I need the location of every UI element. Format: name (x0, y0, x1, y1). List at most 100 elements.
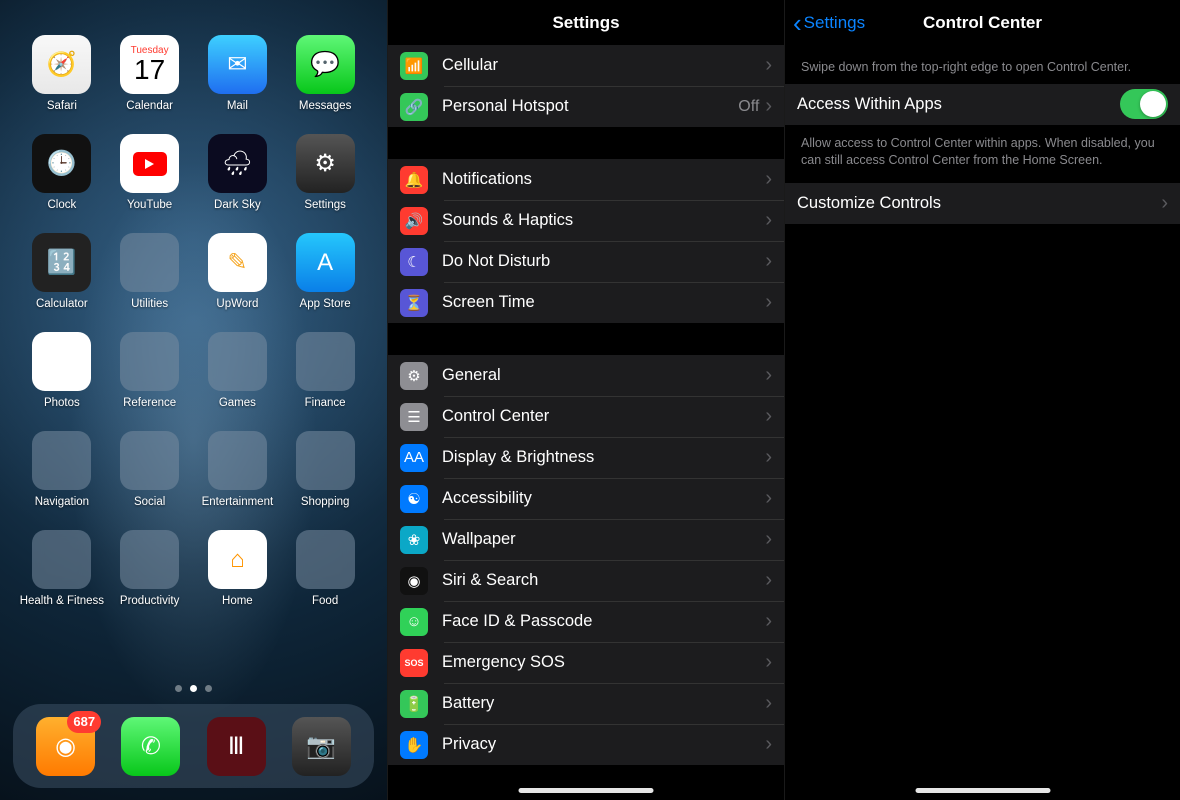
app-dark-sky[interactable]: 🌧Dark Sky (194, 134, 282, 211)
app-games[interactable]: Games (194, 332, 282, 409)
chevron-right-icon: › (765, 209, 772, 232)
toggle-label: Access Within Apps (797, 95, 1120, 114)
app-productivity[interactable]: Productivity (106, 530, 194, 607)
app-reference[interactable]: Reference (106, 332, 194, 409)
app-finance[interactable]: Finance (281, 332, 369, 409)
page-dot-active[interactable] (190, 685, 197, 692)
app-label: Games (219, 397, 256, 409)
folder-icon (32, 431, 91, 490)
app-shopping[interactable]: Shopping (281, 431, 369, 508)
row-icon: ☾ (400, 248, 428, 276)
page-title: Control Center (923, 13, 1042, 33)
app-social[interactable]: Social (106, 431, 194, 508)
row-label: Face ID & Passcode (442, 612, 765, 631)
folder-icon (120, 332, 179, 391)
settings-row-privacy[interactable]: ✋Privacy› (388, 724, 784, 765)
chevron-left-icon: ‹ (793, 10, 802, 36)
row-label: Accessibility (442, 489, 765, 508)
row-icon: ⏳ (400, 289, 428, 317)
home-indicator[interactable] (519, 788, 654, 793)
dock-app-marcus-theatres[interactable]: Ⅲ (207, 717, 266, 776)
app-clock[interactable]: 🕒Clock (18, 134, 106, 211)
chevron-right-icon: › (1161, 192, 1168, 215)
app-safari[interactable]: 🧭Safari (18, 35, 106, 112)
app-label: Food (312, 595, 338, 607)
page-dots (0, 685, 387, 692)
dock-app-camera[interactable]: 📷 (292, 717, 351, 776)
chevron-right-icon: › (765, 733, 772, 756)
app-settings[interactable]: ⚙︎ Settings (281, 134, 369, 211)
dock-icon: Ⅲ (207, 717, 266, 776)
app-home[interactable]: ⌂Home (194, 530, 282, 607)
home-indicator[interactable] (915, 788, 1050, 793)
page-dot[interactable] (205, 685, 212, 692)
app-mail[interactable]: ✉︎Mail (194, 35, 282, 112)
dock-app-phone[interactable]: ✆ (121, 717, 180, 776)
app-messages[interactable]: 💬Messages (281, 35, 369, 112)
settings-row-notifications[interactable]: 🔔Notifications› (388, 159, 784, 200)
app-navigation[interactable]: Navigation (18, 431, 106, 508)
settings-row-general[interactable]: ⚙︎General› (388, 355, 784, 396)
app-food[interactable]: Food (281, 530, 369, 607)
row-icon: 📶 (400, 52, 428, 80)
dock-app-overcast[interactable]: ◉687 (36, 717, 95, 776)
chevron-right-icon: › (765, 95, 772, 118)
access-within-apps-switch[interactable] (1120, 89, 1168, 119)
app-icon: ✎ (208, 233, 267, 292)
page-dot[interactable] (175, 685, 182, 692)
app-icon: ✉︎ (208, 35, 267, 94)
app-calendar[interactable]: Tuesday17Calendar (106, 35, 194, 112)
app-label: Photos (44, 397, 80, 409)
app-utilities[interactable]: Utilities (106, 233, 194, 310)
settings-row-emergency-sos[interactable]: SOSEmergency SOS› (388, 642, 784, 683)
settings-row-battery[interactable]: 🔋Battery› (388, 683, 784, 724)
app-youtube[interactable]: YouTube (106, 134, 194, 211)
app-upword[interactable]: ✎UpWord (194, 233, 282, 310)
row-label: Battery (442, 694, 765, 713)
settings-row-wallpaper[interactable]: ❀Wallpaper› (388, 519, 784, 560)
settings-row-accessibility[interactable]: ☯Accessibility› (388, 478, 784, 519)
app-icon: ⚙︎ (296, 134, 355, 193)
app-label: YouTube (127, 199, 172, 211)
chevron-right-icon: › (765, 692, 772, 715)
settings-row-screen-time[interactable]: ⏳Screen Time› (388, 282, 784, 323)
settings-row-sounds-haptics[interactable]: 🔊Sounds & Haptics› (388, 200, 784, 241)
row-label: General (442, 366, 765, 385)
row-label: Siri & Search (442, 571, 765, 590)
chevron-right-icon: › (765, 54, 772, 77)
settings-row-personal-hotspot[interactable]: 🔗Personal HotspotOff› (388, 86, 784, 127)
app-label: Reference (123, 397, 176, 409)
app-icon: ❋ (32, 332, 91, 391)
settings-row-do-not-disturb[interactable]: ☾Do Not Disturb› (388, 241, 784, 282)
chevron-right-icon: › (765, 651, 772, 674)
customize-controls-row[interactable]: Customize Controls › (785, 183, 1180, 224)
chevron-right-icon: › (765, 364, 772, 387)
row-label: Cellular (442, 56, 765, 75)
app-label: Productivity (120, 595, 179, 607)
row-icon: AA (400, 444, 428, 472)
row-label: Sounds & Haptics (442, 211, 765, 230)
settings-row-control-center[interactable]: ☰Control Center› (388, 396, 784, 437)
row-label: Control Center (442, 407, 765, 426)
app-entertainment[interactable]: Entertainment (194, 431, 282, 508)
app-icon: 🔢 (32, 233, 91, 292)
settings-row-siri-search[interactable]: ◉Siri & Search› (388, 560, 784, 601)
app-label: Settings (304, 199, 346, 211)
chevron-right-icon: › (765, 610, 772, 633)
settings-row-cellular[interactable]: 📶 Cellular› (388, 45, 784, 86)
app-app-store[interactable]: AApp Store (281, 233, 369, 310)
back-button[interactable]: ‹ Settings (793, 10, 865, 36)
chevron-right-icon: › (765, 528, 772, 551)
app-label: Health & Fitness (20, 595, 104, 607)
chevron-right-icon: › (765, 446, 772, 469)
settings-row-display-brightness[interactable]: AADisplay & Brightness› (388, 437, 784, 478)
app-health-fitness[interactable]: Health & Fitness (18, 530, 106, 607)
app-photos[interactable]: ❋ Photos (18, 332, 106, 409)
settings-row-face-id-passcode[interactable]: ☺Face ID & Passcode› (388, 601, 784, 642)
app-icon: ⌂ (208, 530, 267, 589)
nav-bar: ‹ Settings Control Center (785, 0, 1180, 45)
app-calculator[interactable]: 🔢Calculator (18, 233, 106, 310)
row-label: Personal Hotspot (442, 97, 738, 116)
chevron-right-icon: › (765, 487, 772, 510)
folder-icon (208, 431, 267, 490)
